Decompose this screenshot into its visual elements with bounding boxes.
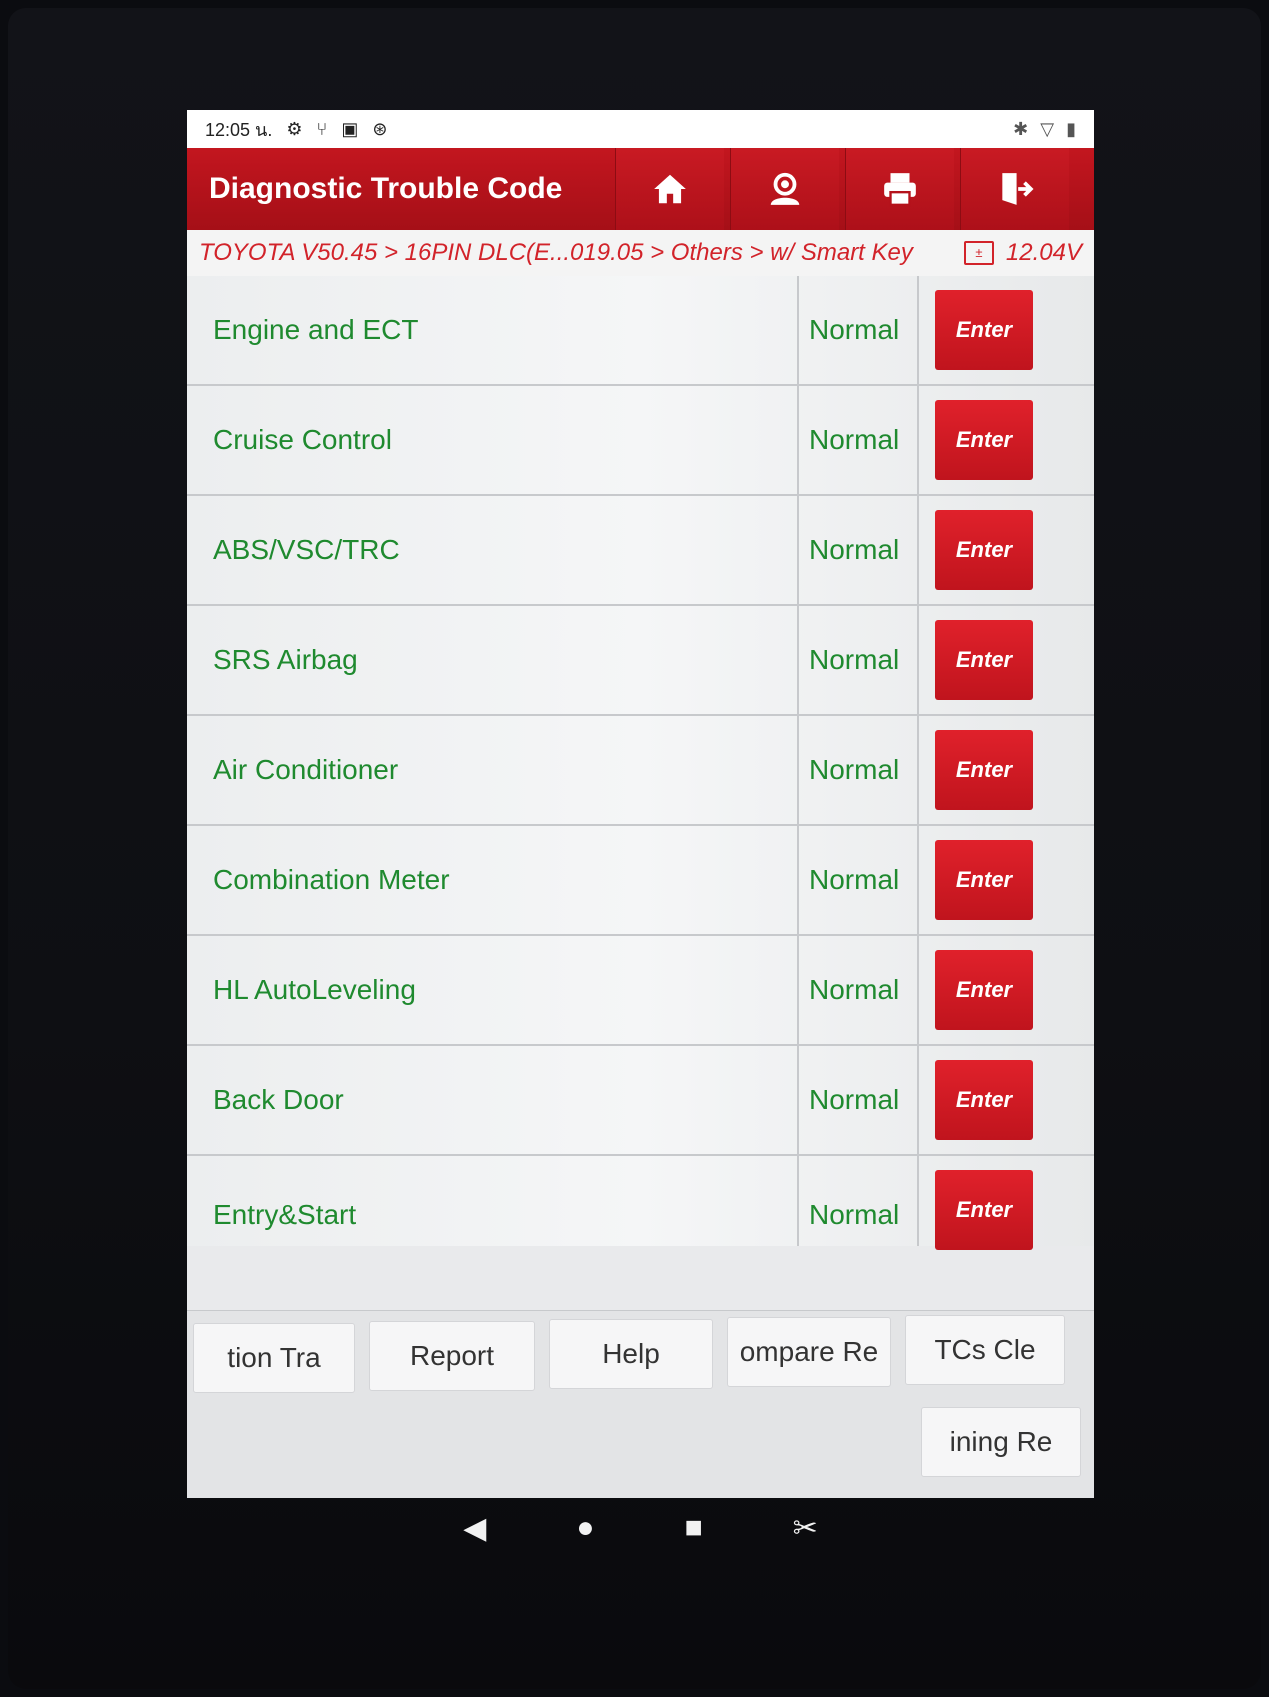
system-status: Normal [797,276,919,384]
battery-voltage: 12.04V [1005,239,1082,266]
app-header: Diagnostic Trouble Code [187,148,1094,230]
gear-icon: ⚙ [286,119,303,139]
home-icon [654,174,686,204]
print-button[interactable] [845,148,954,230]
enter-button[interactable]: Enter [935,840,1033,920]
function-button-row2[interactable]: ining Re [921,1407,1081,1477]
system-name: Combination Meter [213,864,450,895]
list-item: Engine and ECT Normal Enter [187,276,1094,386]
recents-square-icon[interactable]: ■ [684,1511,702,1545]
system-name: Air Conditioner [213,754,399,785]
home-circle-icon[interactable]: ● [576,1511,594,1545]
list-item: Combination Meter Normal Enter [187,826,1094,936]
compare-button[interactable]: ompare Re [727,1317,891,1387]
enter-button[interactable]: Enter [935,620,1033,700]
enter-button[interactable]: Enter [935,1170,1033,1250]
report-button[interactable]: Report [369,1321,535,1391]
system-status: Normal [797,1046,919,1154]
system-status: Normal [797,1156,919,1246]
list-item: ABS/VSC/TRC Normal Enter [187,496,1094,606]
page-title: Diagnostic Trouble Code [209,172,563,205]
system-status: Normal [797,386,919,494]
system-name: Back Door [213,1084,344,1115]
enter-button[interactable]: Enter [935,290,1033,370]
breadcrumb: TOYOTA V50.45 > 16PIN DLC(E...019.05 > O… [187,230,1094,276]
list-item: Air Conditioner Normal Enter [187,716,1094,826]
print-icon [884,173,916,207]
function-bar: tion Tra Report Help ompare Re TCs Cle i… [187,1310,1094,1498]
exit-icon [1002,173,1034,205]
system-status: Normal [797,826,919,934]
enter-button[interactable]: Enter [935,730,1033,810]
user-support-button[interactable] [730,148,839,230]
system-status: Normal [797,606,919,714]
image-icon: ▣ [341,119,359,139]
system-status: Normal [797,936,919,1044]
system-list: Engine and ECT Normal Enter Cruise Contr… [187,276,1094,1250]
help-button[interactable]: Help [549,1319,713,1389]
bluetooth-icon: ✱ [1013,119,1029,139]
list-item: SRS Airbag Normal Enter [187,606,1094,716]
enter-button[interactable]: Enter [935,950,1033,1030]
function-button-cutoff-left[interactable]: tion Tra [193,1323,355,1393]
clear-dtcs-button[interactable]: TCs Cle [905,1315,1065,1385]
exit-button[interactable] [960,148,1069,230]
usb-icon: ⑂ [316,119,328,139]
user-support-icon [770,172,800,205]
status-time: 12:05 น. [205,119,273,140]
system-name: Engine and ECT [213,314,419,345]
enter-button[interactable]: Enter [935,400,1033,480]
list-item: Entry&Start Normal Enter [187,1156,1094,1250]
tablet-screen: 12:05 น. ⚙ ⑂ ▣ ⊛ ✱ ▽ ▮ Diagnostic Troubl… [187,110,1094,1498]
accessibility-icon: ⊛ [372,119,388,139]
system-name: Entry&Start [213,1199,357,1230]
android-nav-bar: ◀ ● ■ ✂ [187,1498,1094,1558]
breadcrumb-path: TOYOTA V50.45 > 16PIN DLC(E...019.05 > O… [199,239,913,266]
car-battery-icon: ± [963,241,994,265]
wifi-icon: ▽ [1040,119,1055,139]
system-name: SRS Airbag [213,644,358,675]
system-status: Normal [797,496,919,604]
home-button[interactable] [615,148,724,230]
system-name: Cruise Control [213,424,392,455]
list-item: Back Door Normal Enter [187,1046,1094,1156]
enter-button[interactable]: Enter [935,510,1033,590]
system-status: Normal [797,716,919,824]
list-item: HL AutoLeveling Normal Enter [187,936,1094,1046]
back-icon[interactable]: ◀ [463,1511,486,1546]
system-name: ABS/VSC/TRC [213,534,400,565]
status-bar: 12:05 น. ⚙ ⑂ ▣ ⊛ ✱ ▽ ▮ [187,110,1094,148]
list-item: Cruise Control Normal Enter [187,386,1094,496]
system-name: HL AutoLeveling [213,974,416,1005]
battery-icon: ▮ [1066,119,1076,139]
screenshot-icon[interactable]: ✂ [793,1511,818,1546]
enter-button[interactable]: Enter [935,1060,1033,1140]
